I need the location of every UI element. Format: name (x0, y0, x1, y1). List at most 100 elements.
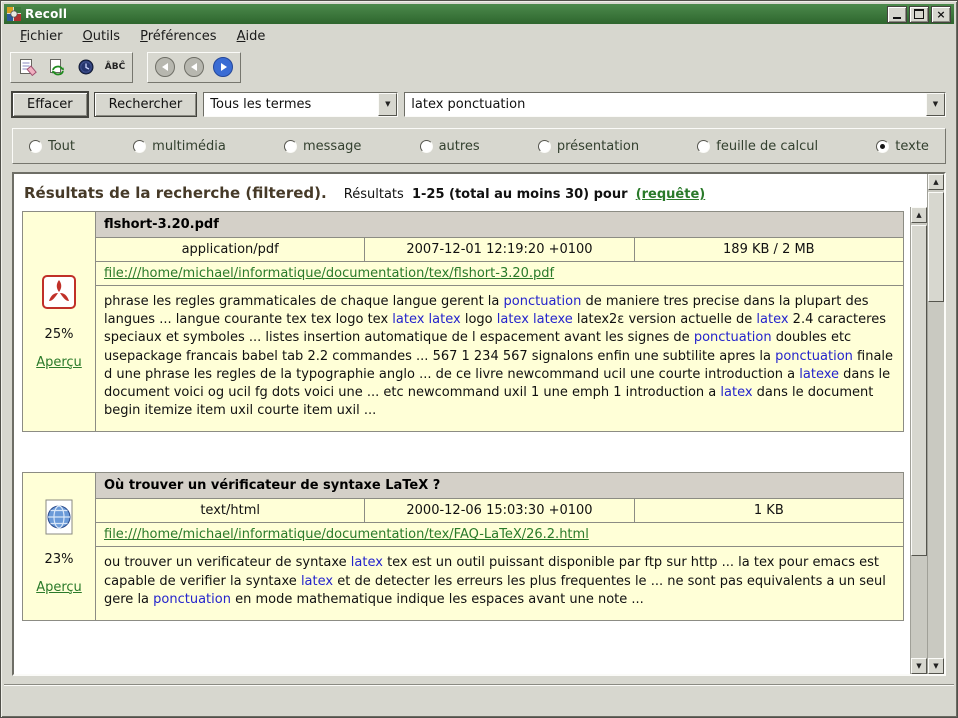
html-file-icon (41, 499, 77, 539)
back-button[interactable] (152, 55, 178, 80)
scroll-up-icon[interactable]: ▲ (911, 207, 927, 223)
result-title: flshort-3.20.pdf (96, 212, 903, 238)
filter-label: feuille de calcul (716, 139, 818, 154)
back-icon (155, 57, 175, 77)
update-index-icon (48, 58, 66, 76)
result-meta-row: application/pdf 2007-12-01 12:19:20 +010… (96, 238, 903, 262)
filter-bar: Tout multimédia message autres présentation f… (12, 128, 946, 164)
minimize-button[interactable] (887, 6, 907, 23)
filter-radio-tout[interactable]: Tout (29, 139, 75, 154)
result-url-link[interactable]: file:///home/michael/informatique/docume… (104, 266, 554, 281)
result-mime: text/html (96, 499, 365, 522)
result-snippet: phrase les regles grammaticales de chaqu… (96, 286, 903, 431)
next-page-button[interactable] (210, 55, 236, 80)
recoll-window: Recoll × FichierOutilsPréférencesAide (0, 0, 958, 718)
result-side-panel: 23% Aperçu (23, 473, 96, 620)
radio-icon (284, 140, 297, 153)
results-body: 25% Aperçu flshort-3.20.pdf application/… (14, 207, 927, 674)
inner-scroll-track[interactable] (911, 223, 927, 658)
results-title: Résultats de la recherche (filtered). (24, 184, 327, 202)
relevance-percent: 23% (45, 552, 74, 567)
maximize-icon (914, 9, 924, 19)
menu-preferences[interactable]: Préférences (130, 27, 226, 46)
prev-page-button[interactable] (181, 55, 207, 80)
result-size: 189 KB / 2 MB (635, 238, 903, 261)
result-url-row: file:///home/michael/informatique/docume… (96, 523, 903, 547)
filter-radio-multimedia[interactable]: multimédia (133, 139, 226, 154)
outer-scrollbar[interactable]: ▲ ▼ (927, 174, 944, 674)
history-button[interactable] (73, 55, 99, 80)
radio-icon (133, 140, 146, 153)
result-url-row: file:///home/michael/informatique/docume… (96, 262, 903, 286)
query-combo[interactable]: ▼ (404, 92, 946, 117)
result-main: Où trouver un vérificateur de syntaxe La… (96, 473, 903, 620)
chevron-down-icon[interactable]: ▼ (378, 93, 397, 116)
pdf-file-icon (41, 274, 77, 314)
search-input[interactable] (405, 93, 926, 116)
radio-icon (538, 140, 551, 153)
menu-bar: FichierOutilsPréférencesAide (4, 24, 954, 48)
search-mode-select[interactable]: Tous les termes ▼ (203, 92, 398, 117)
filter-label: message (303, 139, 361, 154)
result-mime: application/pdf (96, 238, 365, 261)
minimize-icon (893, 17, 901, 19)
scroll-up-icon[interactable]: ▲ (928, 174, 944, 190)
term-explorer-icon: ÂBĈ (105, 62, 125, 72)
outer-scroll-track[interactable] (928, 190, 944, 658)
toolbar: ÂBĈ (4, 48, 954, 86)
next-page-icon (213, 57, 233, 77)
chevron-down-icon[interactable]: ▼ (926, 93, 945, 116)
app-icon (7, 7, 21, 21)
radio-icon (876, 140, 889, 153)
clear-button[interactable]: Effacer (12, 92, 88, 117)
filter-label: autres (439, 139, 480, 154)
relevance-percent: 25% (45, 327, 74, 342)
scroll-down-icon[interactable]: ▼ (928, 658, 944, 674)
result-meta-row: text/html 2000-12-06 15:03:30 +0100 1 KB (96, 499, 903, 523)
results-summary: Résultats 1-25 (total au moins 30) pour … (344, 187, 709, 202)
filter-radio-message[interactable]: message (284, 139, 361, 154)
preview-link[interactable]: Aperçu (36, 580, 82, 595)
history-icon (77, 58, 95, 76)
filter-radio-presentation[interactable]: présentation (538, 139, 639, 154)
inner-scrollbar[interactable]: ▲ ▼ (910, 207, 927, 674)
tool-group-nav (147, 52, 241, 83)
menu-fichier[interactable]: Fichier (10, 27, 73, 46)
results-list: 25% Aperçu flshort-3.20.pdf application/… (14, 207, 910, 674)
filter-radio-feuille-de-calcul[interactable]: feuille de calcul (697, 139, 818, 154)
radio-icon (420, 140, 433, 153)
results-header: Résultats de la recherche (filtered). Ré… (14, 174, 927, 207)
search-mode-value: Tous les termes (204, 97, 378, 112)
clear-search-icon (19, 58, 37, 76)
filter-radio-texte[interactable]: texte (876, 139, 929, 154)
inner-scroll-thumb[interactable] (911, 225, 927, 556)
menu-outils[interactable]: Outils (73, 27, 131, 46)
result-url-link[interactable]: file:///home/michael/informatique/docume… (104, 527, 589, 542)
result-item: 25% Aperçu flshort-3.20.pdf application/… (22, 211, 904, 432)
results-content: Résultats de la recherche (filtered). Ré… (14, 174, 927, 674)
result-side-panel: 25% Aperçu (23, 212, 96, 431)
clear-search-button[interactable] (15, 55, 41, 80)
query-link[interactable]: (requête) (636, 187, 706, 202)
filter-label: Tout (48, 139, 75, 154)
close-button[interactable]: × (931, 6, 951, 23)
scroll-down-icon[interactable]: ▼ (911, 658, 927, 674)
term-explorer-button[interactable]: ÂBĈ (102, 55, 128, 80)
maximize-button[interactable] (909, 6, 929, 23)
results-summary-prefix: Résultats (344, 187, 404, 202)
window-title: Recoll (25, 7, 883, 21)
results-range: 1-25 (total au moins 30) pour (412, 187, 628, 202)
window-controls: × (887, 6, 951, 23)
search-bar: Effacer Rechercher Tous les termes ▼ ▼ (4, 86, 954, 122)
prev-page-icon (184, 57, 204, 77)
result-main: flshort-3.20.pdf application/pdf 2007-12… (96, 212, 903, 431)
menu-aide[interactable]: Aide (227, 27, 276, 46)
result-size: 1 KB (635, 499, 903, 522)
preview-link[interactable]: Aperçu (36, 355, 82, 370)
title-bar[interactable]: Recoll × (4, 4, 954, 24)
result-title: Où trouver un vérificateur de syntaxe La… (96, 473, 903, 499)
filter-radio-autres[interactable]: autres (420, 139, 480, 154)
outer-scroll-thumb[interactable] (928, 192, 944, 302)
search-button[interactable]: Rechercher (94, 92, 198, 117)
update-index-button[interactable] (44, 55, 70, 80)
